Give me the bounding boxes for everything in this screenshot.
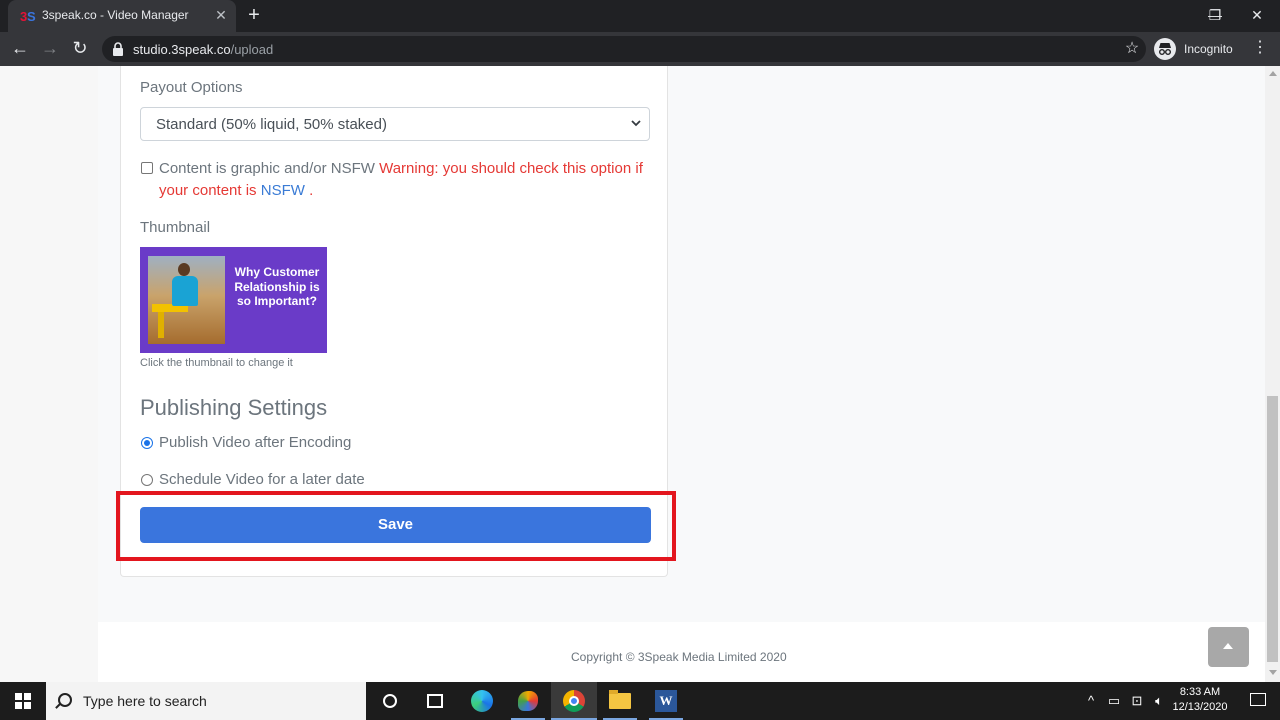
bookmark-star-icon[interactable]: ☆ <box>1122 39 1142 59</box>
url-path: /upload <box>230 42 274 57</box>
restore-icon[interactable]: ❐ <box>1192 0 1238 32</box>
edge-icon <box>471 690 493 712</box>
page-viewport: Payout Options Standard (50% liquid, 50%… <box>0 66 1265 682</box>
thumbnail-image[interactable]: Why Customer Relationship is so Importan… <box>140 247 327 353</box>
copyright-text: Copyright © 3Speak Media Limited 2020 <box>571 650 787 664</box>
chevron-down-icon <box>631 120 641 127</box>
taskbar-clock[interactable]: 8:33 AM 12/13/2020 <box>1168 685 1232 715</box>
action-center-button[interactable] <box>1238 682 1280 720</box>
cortana-button[interactable] <box>367 682 413 720</box>
new-tab-button[interactable]: + <box>243 5 265 27</box>
chrome-icon <box>563 690 585 712</box>
thumbnail-caption: Why Customer Relationship is so Importan… <box>234 265 320 308</box>
clock-date: 12/13/2020 <box>1172 701 1228 713</box>
thumbnail-label: Thumbnail <box>140 219 211 236</box>
caret-up-icon <box>1223 643 1233 649</box>
task-view-button[interactable] <box>412 682 458 720</box>
forward-arrow-icon[interactable]: → <box>38 37 62 61</box>
save-button[interactable]: Save <box>140 507 651 543</box>
browser-tab[interactable]: 3 S 3speak.co - Video Manager ✕ <box>8 0 236 32</box>
tab-close-icon[interactable]: ✕ <box>212 6 230 24</box>
content-area: Payout Options Standard (50% liquid, 50%… <box>98 66 1265 622</box>
payout-options-label: Payout Options <box>140 79 243 96</box>
payout-options-select[interactable]: Standard (50% liquid, 50% staked) <box>140 107 650 141</box>
edge-taskbar-button[interactable] <box>459 682 505 720</box>
windows-logo-icon <box>15 693 31 709</box>
scroll-up-icon[interactable] <box>1269 71 1277 76</box>
volume-icon[interactable]: 🔈︎ <box>1149 682 1169 720</box>
back-arrow-icon[interactable]: ← <box>8 37 32 61</box>
clock-time: 8:33 AM <box>1179 686 1221 698</box>
url-text: studio.3speak.co/upload <box>133 42 273 57</box>
network-icon[interactable]: ⊡ <box>1127 682 1147 720</box>
publish-after-encoding-radio[interactable] <box>141 437 153 449</box>
reload-icon[interactable]: ↻ <box>68 37 92 61</box>
upload-form-card: Payout Options Standard (50% liquid, 50%… <box>120 66 668 577</box>
notification-icon <box>1250 693 1266 706</box>
close-window-icon[interactable]: ✕ <box>1234 0 1280 32</box>
taskbar-search-placeholder: Type here to search <box>83 693 207 709</box>
taskbar-search-box[interactable]: Type here to search <box>46 682 366 720</box>
browser-tab-strip: 3 S 3speak.co - Video Manager ✕ + — ❐ ✕ <box>0 0 1280 32</box>
incognito-icon <box>1154 38 1176 60</box>
nsfw-label: Content is graphic and/or NSFW <box>159 160 375 177</box>
page-scrollbar[interactable] <box>1265 66 1280 682</box>
3speak-favicon-icon: 3 S <box>20 9 36 24</box>
paint-taskbar-button[interactable] <box>505 682 551 720</box>
nsfw-checkbox[interactable] <box>141 162 153 174</box>
cortana-icon <box>383 694 397 708</box>
thumbnail-hint: Click the thumbnail to change it <box>140 357 293 369</box>
publish-after-encoding-label[interactable]: Publish Video after Encoding <box>159 434 351 451</box>
incognito-profile[interactable]: Incognito <box>1154 36 1233 62</box>
payout-selected-value: Standard (50% liquid, 50% staked) <box>156 116 387 133</box>
page-footer: Copyright © 3Speak Media Limited 2020 <box>98 622 1265 682</box>
start-button[interactable] <box>0 682 46 720</box>
windows-taskbar: Type here to search W ^ ▭ ⊡ 🔈︎ 8:33 AM 1… <box>0 682 1280 720</box>
paint-icon <box>518 691 538 711</box>
chrome-taskbar-button[interactable] <box>551 682 597 720</box>
schedule-later-label[interactable]: Schedule Video for a later date <box>159 471 365 488</box>
person-head-shape <box>178 263 190 276</box>
svg-text:S: S <box>27 9 36 24</box>
folder-icon <box>609 690 631 709</box>
word-taskbar-button[interactable]: W <box>643 682 689 720</box>
show-hidden-icons-chevron-icon[interactable]: ^ <box>1082 682 1100 720</box>
url-host: studio.3speak.co <box>133 42 231 57</box>
battery-icon[interactable]: ▭ <box>1104 682 1124 720</box>
thumbnail-photo <box>148 256 225 344</box>
nsfw-link[interactable]: NSFW <box>261 182 305 199</box>
browser-toolbar: ← → ↻ studio.3speak.co/upload ☆ Incognit… <box>0 32 1280 66</box>
publishing-settings-title: Publishing Settings <box>140 395 328 420</box>
person-shape <box>172 276 198 306</box>
task-view-icon <box>427 694 443 708</box>
nsfw-period: . <box>309 182 314 199</box>
lock-icon <box>113 42 123 56</box>
incognito-label: Incognito <box>1184 42 1233 56</box>
scroll-down-icon[interactable] <box>1269 670 1277 675</box>
word-icon: W <box>655 690 677 712</box>
tab-title: 3speak.co - Video Manager <box>42 8 189 22</box>
bench-leg-shape <box>158 312 164 338</box>
search-icon <box>58 693 72 707</box>
scrollbar-thumb[interactable] <box>1267 396 1278 662</box>
file-explorer-taskbar-button[interactable] <box>597 682 643 720</box>
kebab-menu-icon[interactable]: ⋮ <box>1252 37 1268 61</box>
schedule-later-radio[interactable] <box>141 474 153 486</box>
back-to-top-button[interactable] <box>1208 627 1249 667</box>
nsfw-text: Content is graphic and/or NSFW Warning: … <box>159 158 659 202</box>
address-bar[interactable]: studio.3speak.co/upload ☆ <box>102 36 1146 62</box>
